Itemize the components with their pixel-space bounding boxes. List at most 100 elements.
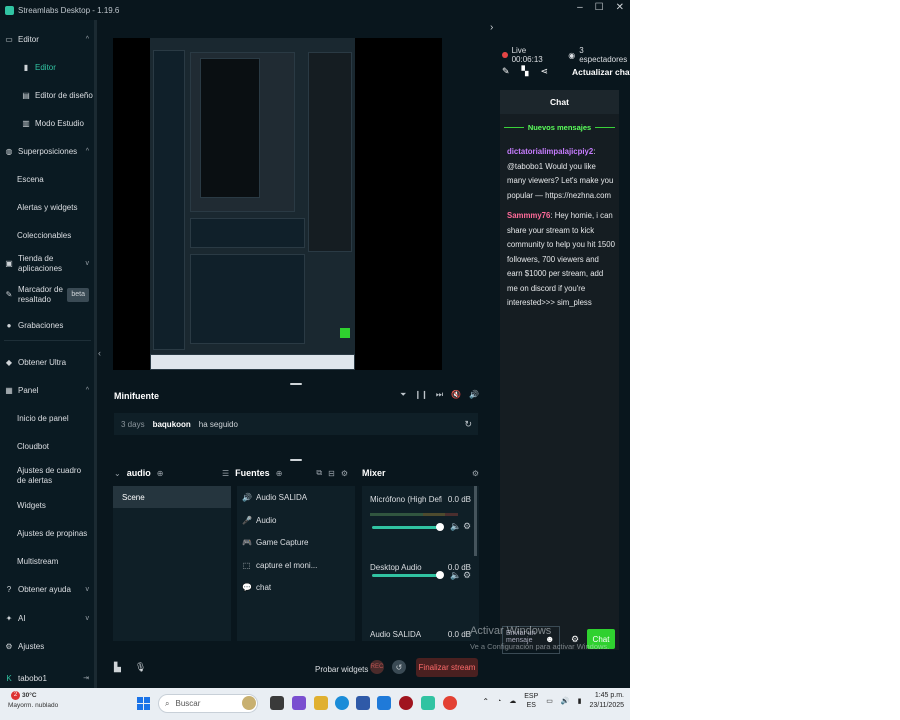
minifeed-event-row: 3 days baqukoon ha seguido ↻: [114, 413, 478, 435]
end-stream-button[interactable]: Finalizar stream: [416, 658, 478, 677]
clock[interactable]: 1:45 p.m. 23/11/2025: [589, 691, 624, 711]
sidebar-item-tip-settings[interactable]: Ajustes de propinas: [0, 522, 95, 544]
scene-item[interactable]: Scene: [113, 486, 231, 508]
collapse-left-icon[interactable]: ‹: [98, 348, 101, 358]
sidebar-scrollbar[interactable]: [94, 20, 97, 688]
app-icon[interactable]: [399, 696, 413, 710]
app-icon[interactable]: [292, 696, 306, 710]
weather-widget[interactable]: 2 30°C Mayorm. nublado: [8, 691, 58, 711]
sidebar-item-dashboard-home[interactable]: Inicio de panel: [0, 407, 95, 429]
pause-icon[interactable]: ❙❙: [414, 390, 427, 400]
edge-icon[interactable]: [335, 696, 349, 710]
maximize-button[interactable]: ☐: [595, 2, 604, 13]
mute-alerts-icon[interactable]: 🔇: [451, 390, 461, 400]
app-icon[interactable]: [377, 696, 391, 710]
sidebar: ▭ Editor ^ ▮ Editor ▤ Editor de diseño ▥ Modo…: [0, 20, 95, 688]
sidebar-item-cloudbot[interactable]: Cloudbot: [0, 435, 95, 457]
source-item[interactable]: 🎮 Game Capture: [237, 532, 355, 552]
close-button[interactable]: ✕: [616, 2, 624, 13]
sidebar-item-label: Panel: [18, 385, 39, 395]
sidebar-item-user[interactable]: Ktabobo1 ⇥: [0, 667, 95, 689]
resize-handle[interactable]: [290, 459, 302, 461]
volume-slider-knob[interactable]: [436, 523, 444, 531]
language-indicator[interactable]: ESP ES: [524, 692, 538, 710]
sidebar-item-overlays[interactable]: ◍ Superposiciones ^: [0, 140, 95, 162]
filter-icon[interactable]: ⏷: [400, 390, 406, 400]
chevron-up-icon[interactable]: ⌃: [482, 697, 489, 706]
sidebar-item-label: Ajustes de cuadro de alertas: [17, 466, 82, 485]
beta-badge: beta: [67, 288, 89, 302]
battery-icon[interactable]: ▮: [578, 697, 582, 705]
sidebar-item-collectibles[interactable]: Coleccionables: [0, 224, 95, 246]
store-icon[interactable]: [356, 696, 370, 710]
sidebar-item-editor-group[interactable]: ▭ Editor ^: [0, 28, 95, 50]
sidebar-item-highlighter[interactable]: ✎ Marcador de resaltado beta: [0, 284, 95, 306]
folder-icon[interactable]: ⧉: [316, 468, 322, 478]
sidebar-item-multistream[interactable]: Multistream: [0, 550, 95, 572]
volume-icon[interactable]: 🔊: [469, 390, 479, 400]
test-widgets-button[interactable]: Probar widgets: [315, 665, 368, 674]
source-item[interactable]: 🎤 Audio: [237, 510, 355, 530]
remove-icon[interactable]: ⊟: [328, 469, 335, 478]
source-item[interactable]: 💬 chat: [237, 577, 355, 597]
search-highlight-icon[interactable]: [242, 696, 256, 710]
share-icon[interactable]: ⋖: [540, 66, 548, 77]
mute-icon[interactable]: 🔈: [450, 521, 461, 532]
task-view-icon[interactable]: [270, 696, 284, 710]
source-settings-icon[interactable]: ⚙: [341, 469, 348, 478]
sidebar-item-app-store[interactable]: ▣ Tienda de aplicaciones v: [0, 253, 95, 275]
sidebar-item-recordings[interactable]: ● Grabaciones: [0, 314, 95, 336]
channel-settings-icon[interactable]: ⚙: [463, 521, 471, 532]
sidebar-item-settings[interactable]: ⚙ Ajustes: [0, 635, 95, 657]
sidebar-item-alertbox-settings[interactable]: Ajustes de cuadro de alertas: [0, 464, 95, 488]
replay-alert-icon[interactable]: ↻: [464, 419, 472, 430]
mixer-settings-icon[interactable]: ⚙: [472, 469, 479, 478]
help-icon: ?: [6, 584, 12, 594]
file-explorer-icon[interactable]: [314, 696, 328, 710]
sidebar-item-get-ultra[interactable]: ◆ Obtener Ultra: [0, 351, 95, 373]
edit-stream-icon[interactable]: ✎: [502, 66, 510, 77]
logout-icon[interactable]: ⇥: [83, 674, 89, 682]
chat-author[interactable]: Sammmy76: [507, 211, 550, 220]
microphone-icon[interactable]: 🎙: [135, 662, 146, 673]
add-scene-icon[interactable]: ⊕: [157, 469, 164, 478]
skip-icon[interactable]: ⏭: [436, 390, 443, 400]
volume-slider[interactable]: [372, 526, 438, 529]
sidebar-item-studio-mode[interactable]: ▥ Modo Estudio: [0, 112, 95, 134]
sources-menu-icon[interactable]: ☰: [222, 469, 229, 478]
source-item[interactable]: ⬚ capture el moni...: [237, 555, 355, 575]
sidebar-item-layout-editor[interactable]: ▤ Editor de diseño: [0, 84, 95, 106]
windows-start-icon[interactable]: [137, 697, 150, 710]
chevron-right-icon[interactable]: ›: [490, 22, 493, 33]
sidebar-item-widgets[interactable]: Widgets: [0, 494, 95, 516]
sidebar-item-editor[interactable]: ▮ Editor: [0, 56, 95, 78]
source-item[interactable]: 🔊 Audio SALIDA: [237, 487, 355, 507]
display-icon[interactable]: ▭: [546, 697, 553, 705]
volume-slider[interactable]: [372, 574, 438, 577]
chrome-icon[interactable]: [443, 696, 457, 710]
volume-slider-knob[interactable]: [436, 571, 444, 579]
mute-icon[interactable]: 🔈: [450, 570, 461, 581]
record-button[interactable]: REC: [370, 660, 384, 674]
performance-icon[interactable]: ▙: [114, 662, 121, 673]
mixer-scrollbar[interactable]: [474, 486, 477, 556]
editor-icon: ▭: [5, 34, 13, 44]
channel-settings-icon[interactable]: ⚙: [463, 570, 471, 581]
refresh-chat-button[interactable]: Actualizar chat: [572, 67, 632, 77]
window-title: Streamlabs Desktop - 1.19.6: [18, 5, 120, 15]
sidebar-item-dashboard[interactable]: ▦ Panel ^: [0, 379, 95, 401]
volume-icon[interactable]: 🔊: [561, 697, 570, 705]
replay-buffer-button[interactable]: ↺: [392, 660, 406, 674]
add-source-icon[interactable]: ⊕: [276, 469, 283, 478]
network-icon[interactable]: ◔: [497, 698, 501, 705]
sidebar-item-ai[interactable]: ✦ AI v: [0, 607, 95, 629]
streamlabs-icon[interactable]: [421, 696, 435, 710]
sidebar-item-get-help[interactable]: ? Obtener ayuda v: [0, 578, 95, 600]
sidebar-item-scene[interactable]: Escena: [0, 168, 95, 190]
cloud-icon[interactable]: ☁: [509, 697, 516, 705]
minimize-button[interactable]: –: [577, 2, 583, 13]
chat-author[interactable]: dictatorialimpalajicpiy2: [507, 147, 593, 156]
sidebar-item-alerts-widgets[interactable]: Alertas y widgets: [0, 196, 95, 218]
chevron-down-icon[interactable]: ⌄: [114, 469, 121, 478]
clip-icon[interactable]: ▚: [522, 66, 529, 77]
